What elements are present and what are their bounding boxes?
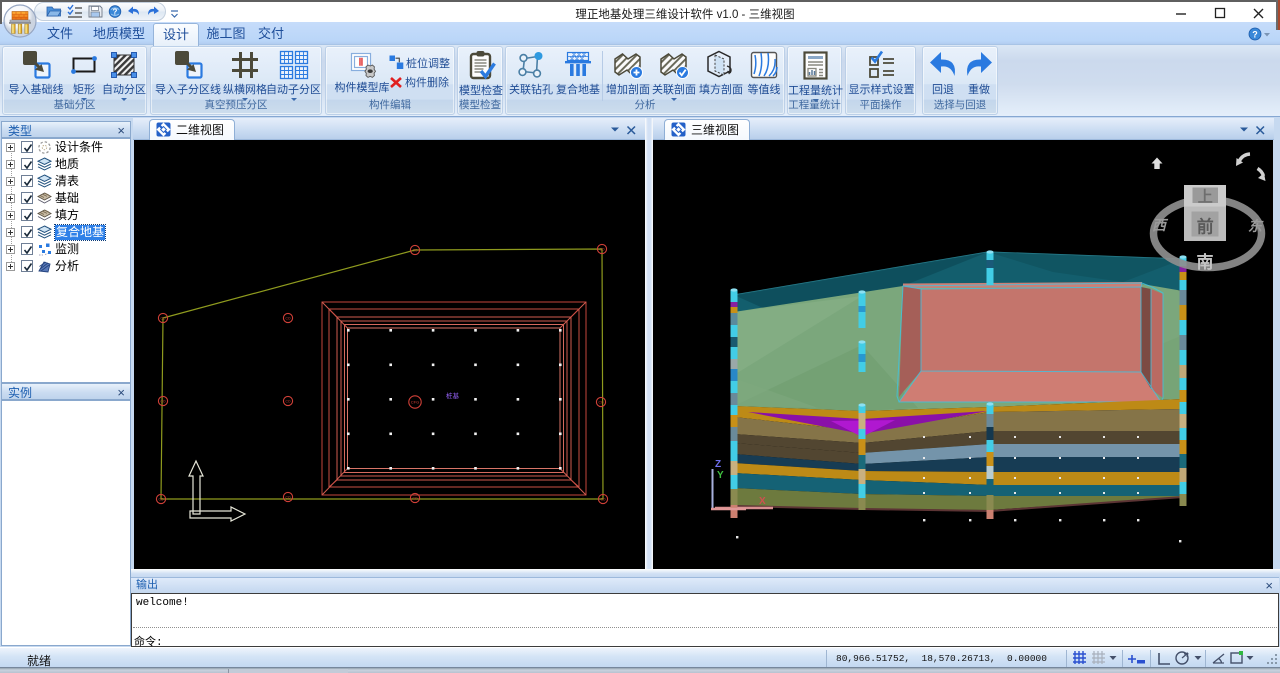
svg-text:CO: CO [160,399,165,403]
svg-text:CO: CO [412,248,417,252]
svg-text:?: ? [113,8,118,17]
svg-text:CO: CO [158,497,163,501]
svg-text:西: 西 [1152,218,1169,234]
svg-text:CO: CO [599,247,604,251]
svg-text:上: 上 [1198,189,1213,206]
svg-text:?: ? [1252,30,1258,40]
svg-text:CO: CO [412,496,417,500]
svg-text:CO: CO [285,495,290,499]
svg-text:CO: CO [285,316,290,320]
svg-text:CO: CO [160,316,165,320]
svg-text:东: 东 [1248,218,1264,235]
svg-text:桩基: 桩基 [446,391,460,400]
svg-text:前: 前 [1197,217,1214,237]
svg-text:CO: CO [285,399,290,403]
svg-text:Ⅱ: Ⅱ [359,58,364,69]
svg-text:Y: Y [717,470,724,481]
svg-text:X: X [759,496,766,507]
svg-text:CO: CO [600,497,605,501]
svg-text:南: 南 [1197,252,1214,272]
svg-text:CO: CO [598,400,603,404]
svg-text:CFG: CFG [411,400,419,405]
svg-text:Z: Z [715,459,721,470]
